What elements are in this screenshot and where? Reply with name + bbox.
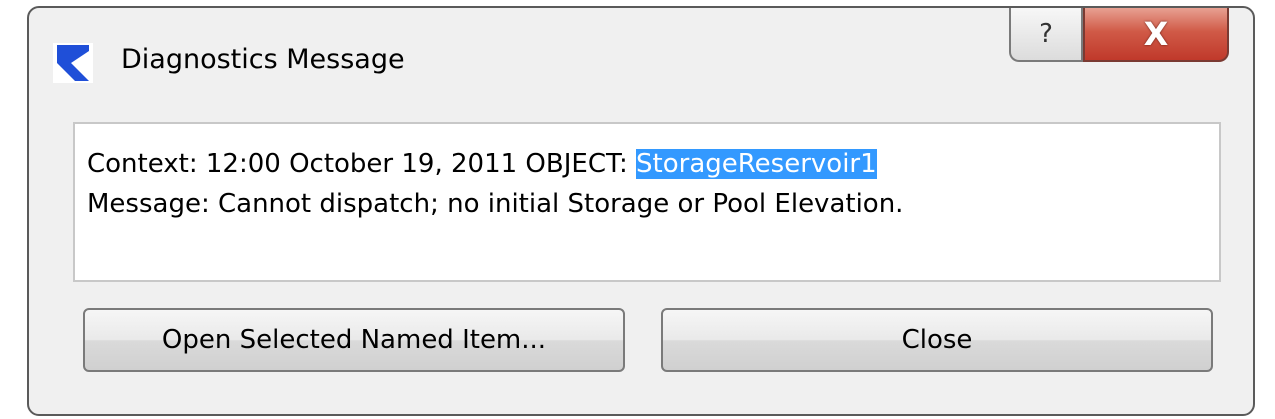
title-bar[interactable]: Diagnostics Message ? X bbox=[29, 8, 1253, 100]
message-line: Message: Cannot dispatch; no initial Sto… bbox=[87, 189, 904, 219]
close-x-icon: X bbox=[1143, 15, 1169, 53]
window-close-button[interactable]: X bbox=[1083, 8, 1229, 62]
message-text-area[interactable]: Context: 12:00 October 19, 2011 OBJECT: … bbox=[73, 122, 1221, 282]
open-selected-named-item-button[interactable]: Open Selected Named Item... bbox=[83, 308, 625, 372]
close-button[interactable]: Close bbox=[661, 308, 1213, 372]
help-button[interactable]: ? bbox=[1009, 8, 1083, 62]
selected-object-link[interactable]: StorageReservoir1 bbox=[636, 149, 877, 179]
riverware-logo-icon bbox=[53, 43, 93, 83]
window-title: Diagnostics Message bbox=[121, 44, 405, 75]
diagnostics-dialog: Diagnostics Message ? X Context: 12:00 O… bbox=[27, 6, 1255, 416]
help-question-icon: ? bbox=[1039, 19, 1053, 49]
context-line: Context: 12:00 October 19, 2011 OBJECT: … bbox=[87, 144, 1207, 184]
context-prefix: Context: 12:00 October 19, 2011 OBJECT: bbox=[87, 149, 637, 179]
